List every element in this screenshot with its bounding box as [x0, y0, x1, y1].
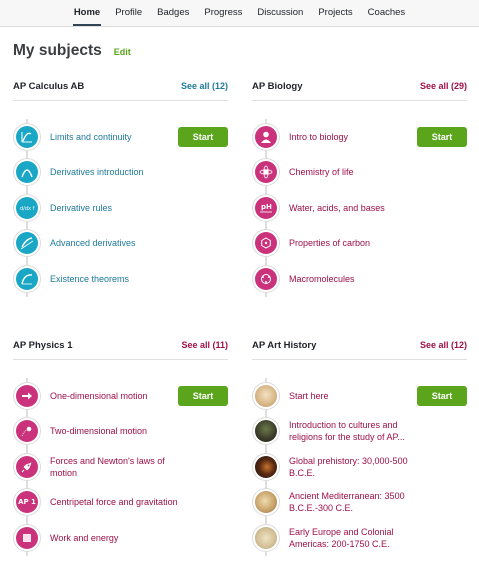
relief-thumbnail-icon[interactable] — [255, 491, 277, 514]
subject-card-biology: AP Biology See all (29) Intro to biology… — [252, 78, 467, 297]
see-all-link[interactable]: See all (11) — [181, 340, 228, 350]
rocket-icon[interactable] — [16, 455, 38, 478]
lesson-link[interactable]: Two-dimensional motion — [50, 425, 178, 437]
subject-title[interactable]: AP Art History — [252, 340, 316, 351]
see-all-link[interactable]: See all (12) — [181, 81, 228, 91]
nav-badges[interactable]: Badges — [156, 0, 190, 26]
subject-card-calculus: AP Calculus AB See all (12) Limits and c… — [13, 78, 228, 297]
formula-icon[interactable]: d/dx f — [16, 196, 38, 219]
subject-title[interactable]: AP Biology — [252, 81, 303, 92]
lesson-link[interactable]: Forces and Newton's laws of motion — [50, 455, 178, 479]
atom-icon[interactable] — [255, 161, 277, 184]
lesson-link[interactable]: Intro to biology — [289, 131, 417, 143]
ball-icon[interactable] — [16, 420, 38, 443]
ph-icon[interactable]: pH — [255, 196, 277, 219]
artwork-thumbnail-icon[interactable] — [255, 384, 277, 407]
lesson-link[interactable]: Advanced derivatives — [50, 237, 178, 249]
curve-icon[interactable] — [16, 267, 38, 290]
molecule-icon[interactable] — [255, 267, 277, 290]
nav-coaches[interactable]: Coaches — [367, 0, 407, 26]
lesson-link[interactable]: Early Europe and Colonial Americas: 200-… — [289, 526, 417, 550]
list-item[interactable]: Properties of carbon — [252, 226, 467, 262]
divider — [252, 100, 467, 101]
tangent-curve-icon[interactable] — [16, 161, 38, 184]
nav-projects[interactable]: Projects — [317, 0, 353, 26]
top-nav: Home Profile Badges Progress Discussion … — [0, 0, 479, 27]
manuscript-thumbnail-icon[interactable] — [255, 526, 277, 549]
lesson-link[interactable]: Existence theorems — [50, 273, 178, 285]
ap1-icon-text: AP 1 — [18, 498, 36, 507]
lesson-link[interactable]: Derivatives introduction — [50, 166, 178, 178]
list-item[interactable]: pH Water, acids, and bases — [252, 190, 467, 226]
list-item[interactable]: Work and energy — [13, 520, 228, 556]
nav-discussion[interactable]: Discussion — [256, 0, 304, 26]
lesson-link[interactable]: Derivative rules — [50, 202, 178, 214]
lesson-link[interactable]: Centripetal force and gravitation — [50, 496, 178, 508]
list-item[interactable]: Ancient Mediterranean: 3500 B.C.E.-300 C… — [252, 485, 467, 521]
lesson-link[interactable]: Water, acids, and bases — [289, 202, 417, 214]
lesson-link[interactable]: Global prehistory: 30,000-500 B.C.E. — [289, 455, 417, 479]
list-item[interactable]: Early Europe and Colonial Americas: 200-… — [252, 520, 467, 556]
list-item[interactable]: AP 1 Centripetal force and gravitation — [13, 485, 228, 521]
subject-card-art-history: AP Art History See all (12) Start here S… — [252, 337, 467, 556]
edit-link[interactable]: Edit — [114, 47, 131, 57]
list-item[interactable]: One-dimensional motion Start — [13, 378, 228, 414]
nav-home[interactable]: Home — [72, 0, 102, 26]
svg-text:pH: pH — [261, 203, 272, 211]
lesson-link[interactable]: Limits and continuity — [50, 131, 178, 143]
subject-header: AP Art History See all (12) — [252, 337, 467, 353]
box-icon[interactable] — [16, 526, 38, 549]
lesson-link[interactable]: Properties of carbon — [289, 237, 417, 249]
nav-profile[interactable]: Profile — [114, 0, 143, 26]
carbon-ring-icon[interactable] — [255, 232, 277, 255]
list-item[interactable]: Macromolecules — [252, 261, 467, 297]
start-button[interactable]: Start — [417, 126, 467, 147]
lesson-link[interactable]: One-dimensional motion — [50, 390, 178, 402]
subject-header: AP Biology See all (29) — [252, 78, 467, 94]
list-item[interactable]: Two-dimensional motion — [13, 414, 228, 450]
svg-text:d/dx f: d/dx f — [20, 206, 35, 212]
subject-title[interactable]: AP Physics 1 — [13, 340, 73, 351]
limit-graph-icon[interactable] — [16, 125, 38, 148]
page-heading: My subjects Edit — [13, 42, 131, 60]
lesson-link[interactable]: Macromolecules — [289, 273, 417, 285]
arrow-right-icon[interactable] — [16, 384, 38, 407]
list-item[interactable]: Forces and Newton's laws of motion — [13, 449, 228, 485]
lesson-link[interactable]: Introduction to cultures and religions f… — [289, 419, 417, 443]
subject-header: AP Calculus AB See all (12) — [13, 78, 228, 94]
lesson-link[interactable]: Ancient Mediterranean: 3500 B.C.E.-300 C… — [289, 490, 417, 514]
start-button[interactable]: Start — [178, 385, 228, 406]
page-title: My subjects — [13, 42, 102, 59]
lesson-link[interactable]: Chemistry of life — [289, 166, 417, 178]
ap1-icon[interactable]: AP 1 — [16, 491, 38, 514]
list-item[interactable]: Global prehistory: 30,000-500 B.C.E. — [252, 449, 467, 485]
list-item[interactable]: Existence theorems — [13, 261, 228, 297]
figurine-thumbnail-icon[interactable] — [255, 455, 277, 478]
list-item[interactable]: Derivatives introduction — [13, 155, 228, 191]
subject-header: AP Physics 1 See all (11) — [13, 337, 228, 353]
mask-thumbnail-icon[interactable] — [255, 420, 277, 443]
lesson-link[interactable]: Start here — [289, 390, 417, 402]
divider — [13, 100, 228, 101]
list-item[interactable]: d/dx f Derivative rules — [13, 190, 228, 226]
subject-title[interactable]: AP Calculus AB — [13, 81, 84, 92]
list-item[interactable]: Limits and continuity Start — [13, 119, 228, 155]
subject-card-physics: AP Physics 1 See all (11) One-dimensiona… — [13, 337, 228, 556]
see-all-link[interactable]: See all (12) — [420, 340, 467, 350]
divider — [13, 359, 228, 360]
list-item[interactable]: Introduction to cultures and religions f… — [252, 414, 467, 450]
see-all-link[interactable]: See all (29) — [420, 81, 467, 91]
person-icon[interactable] — [255, 125, 277, 148]
list-item[interactable]: Advanced derivatives — [13, 226, 228, 262]
list-item[interactable]: Start here Start — [252, 378, 467, 414]
list-item[interactable]: Chemistry of life — [252, 155, 467, 191]
lesson-link[interactable]: Work and energy — [50, 532, 178, 544]
nav-progress[interactable]: Progress — [203, 0, 243, 26]
tangent-line-icon[interactable] — [16, 232, 38, 255]
start-button[interactable]: Start — [417, 385, 467, 406]
divider — [252, 359, 467, 360]
start-button[interactable]: Start — [178, 126, 228, 147]
list-item[interactable]: Intro to biology Start — [252, 119, 467, 155]
